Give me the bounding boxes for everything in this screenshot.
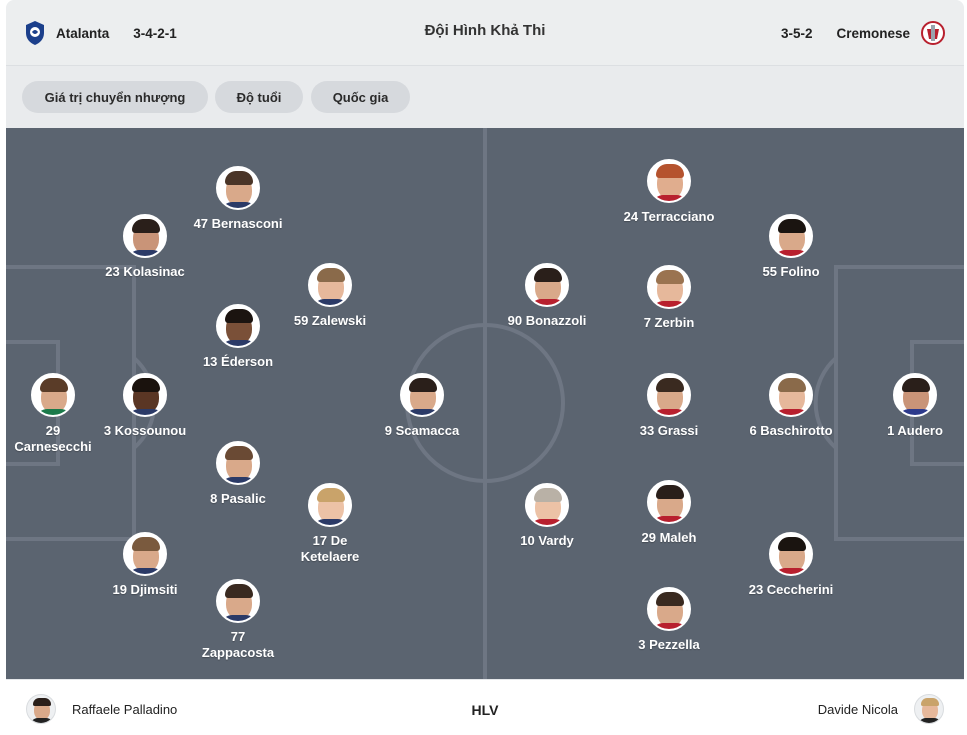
player-label: 17 De Ketelaere bbox=[300, 533, 360, 564]
player-vardy[interactable]: 10 Vardy bbox=[477, 483, 617, 549]
player-avatar bbox=[400, 373, 444, 417]
filter-bar: Giá trị chuyển nhượng Độ tuổi Quốc gia bbox=[6, 66, 964, 128]
player-label: 3 Pezzella bbox=[638, 637, 700, 652]
player-avatar bbox=[647, 373, 691, 417]
player-terracciano[interactable]: 24 Terracciano bbox=[599, 159, 739, 225]
player-avatar bbox=[525, 483, 569, 527]
player-avatar bbox=[216, 579, 260, 623]
away-team[interactable]: 3-5-2 Cremonese bbox=[781, 19, 946, 47]
player-de-ketelaere[interactable]: 17 De Ketelaere bbox=[260, 483, 400, 565]
away-coach-name: Davide Nicola bbox=[817, 701, 898, 717]
player-pezzella[interactable]: 3 Pezzella bbox=[599, 587, 739, 653]
player-bonazzoli[interactable]: 90 Bonazzoli bbox=[477, 263, 617, 329]
player-avatar bbox=[123, 532, 167, 576]
player-label: 9 Scamacca bbox=[384, 423, 460, 438]
player-kossounou[interactable]: 3 Kossounou bbox=[75, 373, 215, 439]
player-avatar bbox=[31, 373, 75, 417]
player-avatar bbox=[769, 532, 813, 576]
player-avatar bbox=[216, 166, 260, 210]
player-audero[interactable]: 1 Audero bbox=[845, 373, 964, 439]
player-label: 10 Vardy bbox=[520, 533, 574, 548]
player-label: 23 Kolasinac bbox=[105, 264, 185, 279]
player-grassi[interactable]: 33 Grassi bbox=[599, 373, 739, 439]
player-zerbin[interactable]: 7 Zerbin bbox=[599, 265, 739, 331]
player-label: 77 Zappacosta bbox=[201, 629, 275, 660]
away-formation: 3-5-2 bbox=[780, 25, 813, 41]
player-ederson[interactable]: 13 Éderson bbox=[168, 304, 308, 370]
away-team-name: Cremonese bbox=[836, 25, 910, 41]
coach-avatar bbox=[914, 694, 944, 724]
player-label: 3 Kossounou bbox=[103, 423, 187, 438]
player-label: 23 Ceccherini bbox=[748, 582, 834, 597]
filter-chip-country[interactable]: Quốc gia bbox=[311, 81, 410, 113]
player-avatar bbox=[647, 265, 691, 309]
player-avatar bbox=[308, 483, 352, 527]
away-coach[interactable]: Davide Nicola bbox=[818, 694, 944, 724]
player-avatar bbox=[647, 587, 691, 631]
player-folino[interactable]: 55 Folino bbox=[721, 214, 861, 280]
player-label: 29 Maleh bbox=[641, 530, 697, 545]
pitch: 47 Bernasconi 23 Kolasinac 59 Zalewski 1… bbox=[6, 128, 964, 679]
player-avatar bbox=[769, 214, 813, 258]
player-avatar bbox=[769, 373, 813, 417]
player-avatar bbox=[647, 159, 691, 203]
player-label: 33 Grassi bbox=[639, 423, 699, 438]
player-avatar bbox=[216, 304, 260, 348]
player-kolasinac[interactable]: 23 Kolasinac bbox=[75, 214, 215, 280]
player-avatar bbox=[308, 263, 352, 307]
player-avatar bbox=[647, 480, 691, 524]
filter-chip-age[interactable]: Độ tuổi bbox=[215, 81, 303, 113]
player-label: 24 Terracciano bbox=[623, 209, 715, 224]
player-maleh[interactable]: 29 Maleh bbox=[599, 480, 739, 546]
player-zappacosta[interactable]: 77 Zappacosta bbox=[168, 579, 308, 661]
player-ceccherini[interactable]: 23 Ceccherini bbox=[721, 532, 861, 598]
player-avatar bbox=[123, 214, 167, 258]
player-label: 8 Pasalic bbox=[210, 491, 266, 506]
player-label: 7 Zerbin bbox=[643, 315, 695, 330]
lineup-header: Atalanta 3-4-2-1 Đội Hình Khả Thi 3-5-2 … bbox=[6, 0, 964, 66]
cremonese-crest-icon bbox=[921, 21, 945, 45]
player-avatar bbox=[525, 263, 569, 307]
player-label: 6 Baschirotto bbox=[749, 423, 833, 438]
filter-chip-market-value[interactable]: Giá trị chuyển nhượng bbox=[22, 81, 208, 113]
player-label: 1 Audero bbox=[887, 423, 943, 438]
player-avatar bbox=[123, 373, 167, 417]
player-baschirotto[interactable]: 6 Baschirotto bbox=[721, 373, 861, 439]
player-avatar bbox=[893, 373, 937, 417]
player-label: 90 Bonazzoli bbox=[507, 313, 587, 328]
player-label: 13 Éderson bbox=[202, 354, 274, 369]
player-scamacca[interactable]: 9 Scamacca bbox=[352, 373, 492, 439]
player-label: 55 Folino bbox=[762, 264, 820, 279]
coaches-footer: Raffaele Palladino HLV Davide Nicola bbox=[6, 679, 964, 735]
player-avatar bbox=[216, 441, 260, 485]
